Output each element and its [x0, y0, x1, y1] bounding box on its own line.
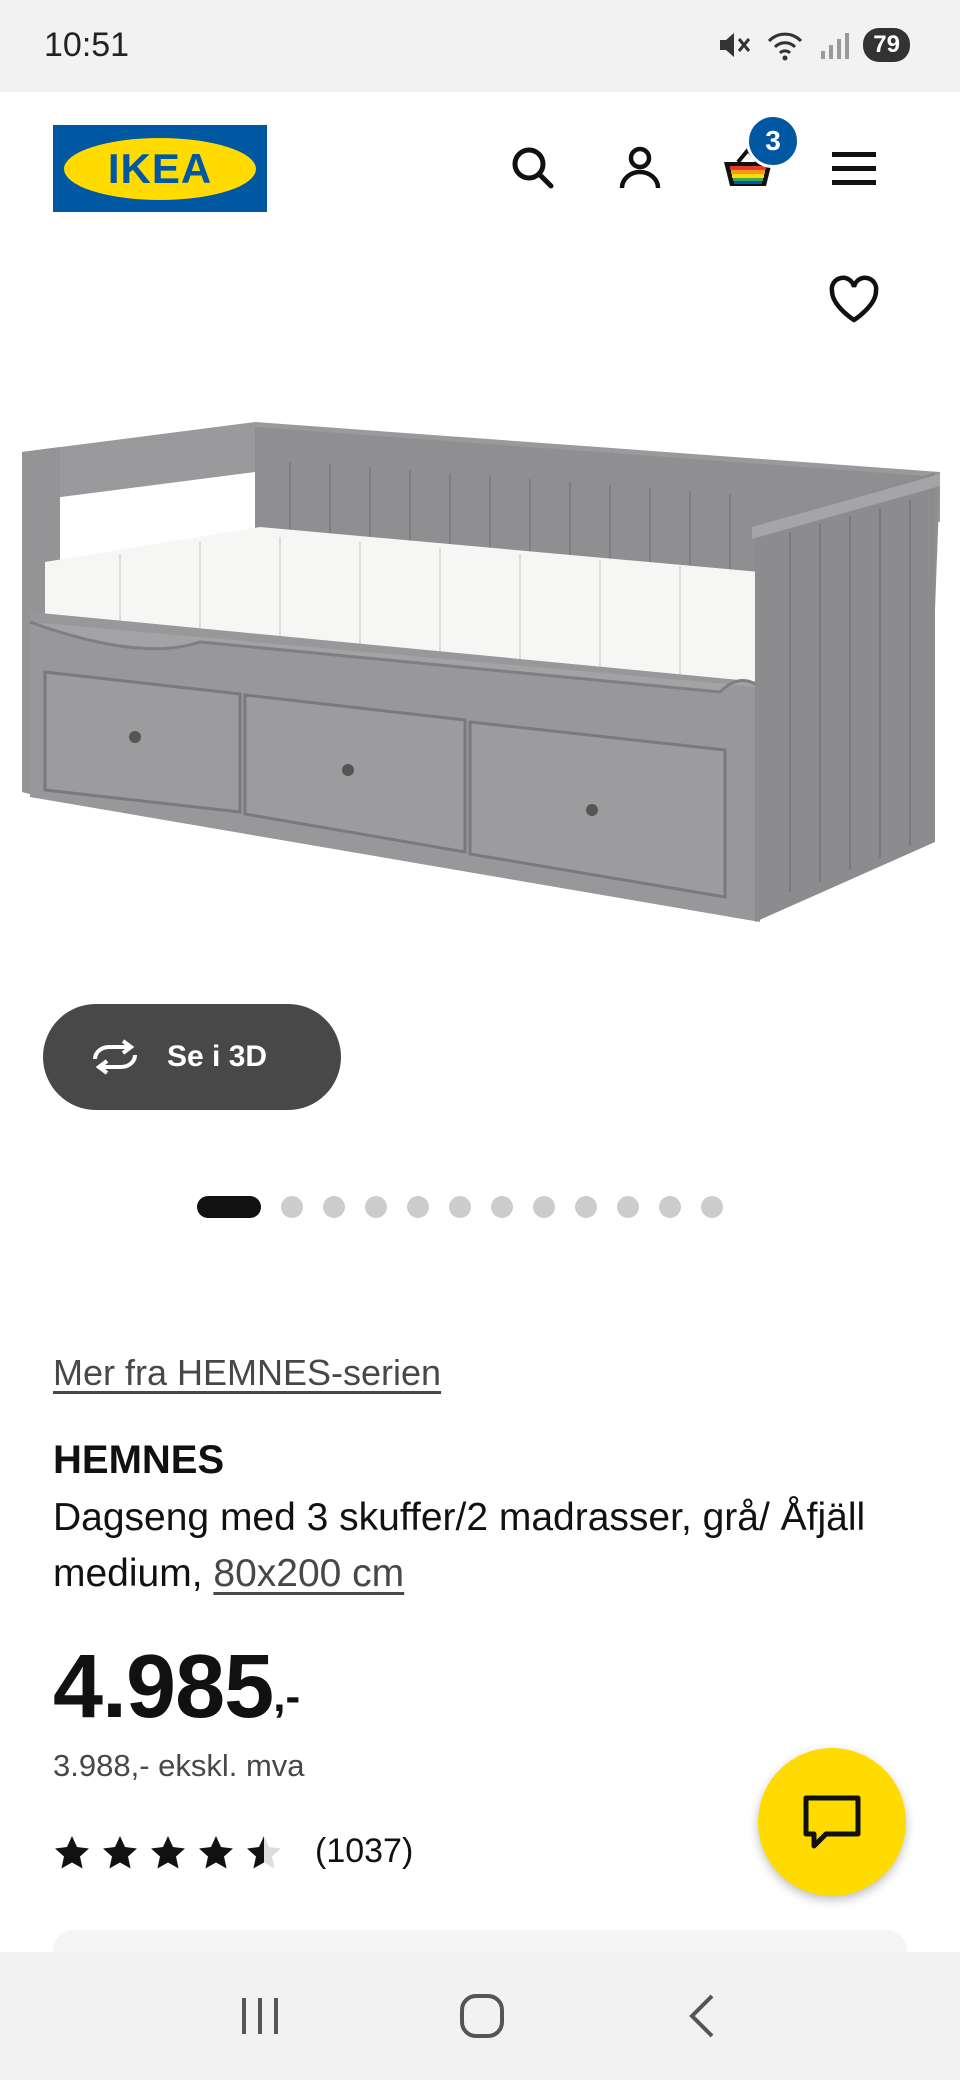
product-image[interactable]	[0, 242, 960, 1022]
price-ex-vat: 3.988,- ekskl. mva	[53, 1748, 305, 1783]
daybed-illustration	[22, 422, 940, 922]
status-time: 10:51	[44, 26, 130, 64]
gallery-dot[interactable]	[533, 1196, 555, 1218]
star-icon	[151, 1835, 185, 1868]
account-button[interactable]	[612, 140, 668, 196]
gallery-dot[interactable]	[659, 1196, 681, 1218]
product-description-text: Dagseng med 3 skuffer/2 madrasser, grå/ …	[53, 1496, 866, 1595]
size-link[interactable]: 80x200 cm	[213, 1552, 404, 1595]
gallery-dot[interactable]	[281, 1196, 303, 1218]
chat-button[interactable]	[758, 1748, 906, 1896]
star-icon	[199, 1835, 233, 1868]
rating-stars	[53, 1834, 283, 1870]
back-icon[interactable]	[682, 1992, 722, 2040]
ikea-logo[interactable]: IKEA	[53, 125, 267, 212]
price-suffix: ,-	[273, 1672, 301, 1721]
gallery-dot[interactable]	[575, 1196, 597, 1218]
search-button[interactable]	[505, 140, 561, 196]
recent-apps-icon[interactable]	[238, 1994, 282, 2038]
rating[interactable]: (1037)	[53, 1832, 413, 1871]
hamburger-menu-icon	[832, 152, 876, 185]
heart-icon	[829, 275, 879, 323]
gallery-dot[interactable]	[197, 1196, 261, 1218]
menu-button[interactable]	[826, 140, 882, 196]
star-icon	[247, 1835, 281, 1868]
gallery-dot[interactable]	[617, 1196, 639, 1218]
gallery-dot[interactable]	[323, 1196, 345, 1218]
favorite-button[interactable]	[826, 272, 882, 328]
star-icon	[55, 1835, 89, 1868]
rating-count: (1037)	[315, 1832, 414, 1870]
cart-count-badge: 3	[746, 114, 800, 168]
star-icon	[103, 1835, 137, 1868]
status-bar: 10:51 79	[0, 0, 960, 92]
battery-indicator: 79	[863, 28, 910, 62]
product-name: HEMNES	[53, 1438, 225, 1482]
see-in-3d-label: Se i 3D	[167, 1040, 268, 1073]
signal-icon	[821, 33, 850, 59]
gallery-dot[interactable]	[365, 1196, 387, 1218]
search-icon	[512, 147, 554, 189]
see-in-3d-button[interactable]: Se i 3D	[43, 1004, 341, 1110]
price-amount: 4.985	[53, 1637, 274, 1737]
chat-bubble-icon	[803, 1795, 861, 1849]
person-icon	[619, 146, 661, 189]
status-icons: 79	[717, 28, 910, 62]
gallery-dot[interactable]	[701, 1196, 723, 1218]
rotate-3d-icon	[93, 1039, 137, 1075]
product-description: Dagseng med 3 skuffer/2 madrasser, grå/ …	[53, 1490, 913, 1602]
system-nav-bar	[0, 1952, 960, 2080]
gallery-pagination[interactable]	[0, 1196, 960, 1218]
wifi-icon	[768, 32, 803, 61]
mute-icon	[720, 33, 751, 57]
gallery-dot[interactable]	[491, 1196, 513, 1218]
price: 4.985 ,-	[53, 1636, 300, 1739]
gallery-dot[interactable]	[407, 1196, 429, 1218]
series-link[interactable]: Mer fra HEMNES-serien	[53, 1352, 441, 1394]
home-icon[interactable]	[458, 1992, 506, 2040]
header: IKEA 3	[0, 92, 960, 242]
gallery-dot[interactable]	[449, 1196, 471, 1218]
